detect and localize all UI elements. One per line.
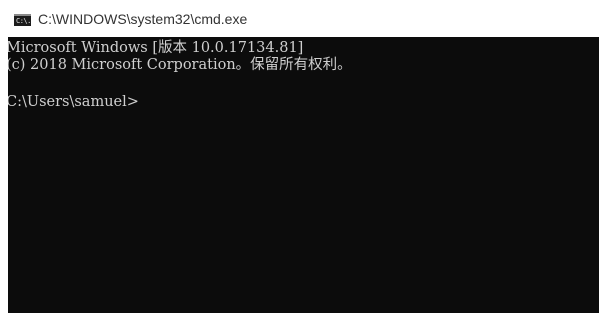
console-output[interactable]: Microsoft Windows [版本 10.0.17134.81] (c)… bbox=[8, 37, 599, 313]
cmd-window: C:\. C:\WINDOWS\system32\cmd.exe Microso… bbox=[0, 0, 606, 315]
console-line-version: Microsoft Windows [版本 10.0.17134.81] bbox=[8, 40, 304, 56]
console-line-copyright: (c) 2018 Microsoft Corporation。保留所有权利。 bbox=[8, 57, 352, 73]
window-title: C:\WINDOWS\system32\cmd.exe bbox=[38, 11, 248, 27]
title-bar[interactable]: C:\. C:\WINDOWS\system32\cmd.exe bbox=[0, 0, 606, 36]
command-prompt[interactable]: C:\Users\samuel> bbox=[8, 93, 139, 111]
cmd-icon-glyph: C:\. bbox=[16, 17, 31, 25]
cmd-icon[interactable]: C:\. bbox=[14, 14, 31, 26]
